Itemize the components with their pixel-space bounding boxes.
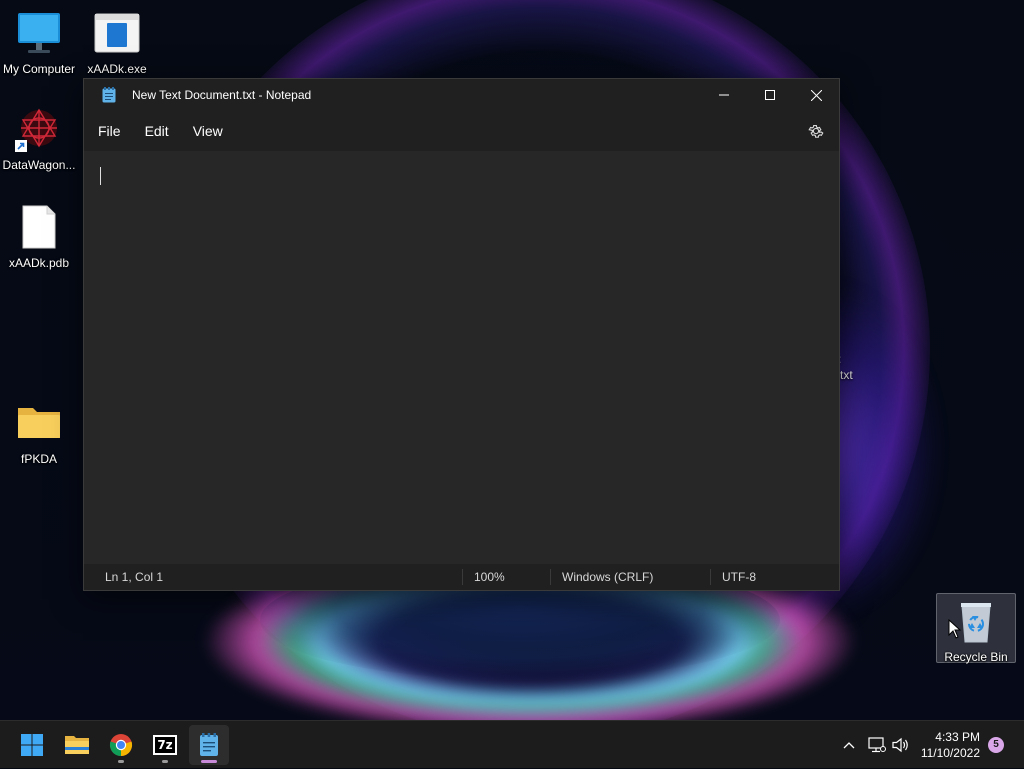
maximize-button[interactable] (747, 79, 793, 111)
text-caret (100, 167, 101, 185)
network-button[interactable] (866, 721, 888, 769)
desktop-icon-datawagon[interactable]: DataWagon... (0, 106, 78, 172)
network-icon (868, 737, 886, 753)
taskbar: 7z 4:33 PM 11/10/2022 5 (0, 720, 1024, 768)
file-icon (15, 204, 63, 252)
chevron-up-icon (843, 742, 855, 749)
desktop-icon-label: DataWagon... (2, 158, 76, 172)
minimize-icon (719, 94, 729, 96)
status-cursor-position: Ln 1, Col 1 (105, 570, 164, 584)
executable-icon (93, 10, 141, 58)
taskbar-file-explorer[interactable] (57, 725, 97, 765)
file-explorer-icon (65, 736, 89, 754)
status-line-ending: Windows (CRLF) (562, 570, 654, 584)
window-title: New Text Document.txt - Notepad (132, 88, 312, 102)
status-divider (462, 569, 463, 585)
7zip-icon-label: 7z (155, 737, 175, 753)
close-button[interactable] (793, 79, 839, 111)
status-divider (550, 569, 551, 585)
notepad-icon (102, 87, 116, 103)
maximize-icon (765, 90, 775, 100)
title-bar[interactable]: New Text Document.txt - Notepad (84, 79, 839, 111)
desktop-icon-label: Recycle Bin (944, 650, 1008, 664)
mouse-cursor-icon (948, 619, 962, 639)
clock-date: 11/10/2022 (920, 746, 980, 760)
chrome-icon (109, 734, 133, 757)
taskbar-chrome[interactable] (101, 725, 141, 765)
system-clock[interactable]: 4:33 PM 11/10/2022 (921, 729, 980, 761)
notepad-icon (200, 733, 218, 756)
running-indicator (118, 760, 124, 763)
desktop-icon-xaadk-exe[interactable]: xAADk.exe (78, 10, 156, 76)
status-zoom: 100% (474, 570, 505, 584)
start-button[interactable] (12, 725, 52, 765)
desktop-icon-label: xAADk.pdb (8, 256, 70, 270)
close-icon (810, 89, 822, 101)
menu-view[interactable]: View (185, 117, 231, 145)
datawagon-shortcut-icon (15, 106, 63, 154)
menu-bar: File Edit View (84, 111, 839, 151)
menu-file[interactable]: File (90, 117, 129, 145)
active-indicator (201, 760, 217, 763)
desktop-icon-label: fPKDA (20, 452, 57, 466)
show-hidden-icons-button[interactable] (838, 721, 860, 769)
menu-edit[interactable]: Edit (137, 117, 177, 145)
status-divider (710, 569, 711, 585)
hidden-desktop-label: txt (840, 368, 853, 382)
clock-time: 4:33 PM (935, 730, 980, 744)
notification-badge[interactable]: 5 (988, 737, 1004, 753)
status-bar: Ln 1, Col 1 100% Windows (CRLF) UTF-8 (84, 564, 839, 590)
folder-icon (15, 400, 63, 448)
desktop-icon-xaadk-pdb[interactable]: xAADk.pdb (0, 204, 78, 270)
notepad-window[interactable]: New Text Document.txt - Notepad File Edi… (83, 78, 840, 591)
text-editor-area[interactable] (84, 151, 839, 565)
desktop-icon-label: My Computer (2, 62, 76, 76)
desktop-icon-label: xAADk.exe (87, 62, 147, 76)
desktop-icon-my-computer[interactable]: My Computer (0, 10, 78, 76)
taskbar-7zip[interactable]: 7z (145, 725, 185, 765)
status-encoding: UTF-8 (722, 570, 756, 584)
monitor-icon (15, 10, 63, 58)
desktop-icon-fpkda[interactable]: fPKDA (0, 400, 78, 466)
speaker-icon (892, 737, 908, 753)
minimize-button[interactable] (701, 79, 747, 111)
7zip-icon: 7z (153, 735, 177, 755)
windows-start-icon (21, 734, 43, 756)
settings-gear-icon[interactable] (807, 122, 825, 140)
running-indicator (162, 760, 168, 763)
taskbar-notepad[interactable] (189, 725, 229, 765)
volume-button[interactable] (890, 721, 912, 769)
